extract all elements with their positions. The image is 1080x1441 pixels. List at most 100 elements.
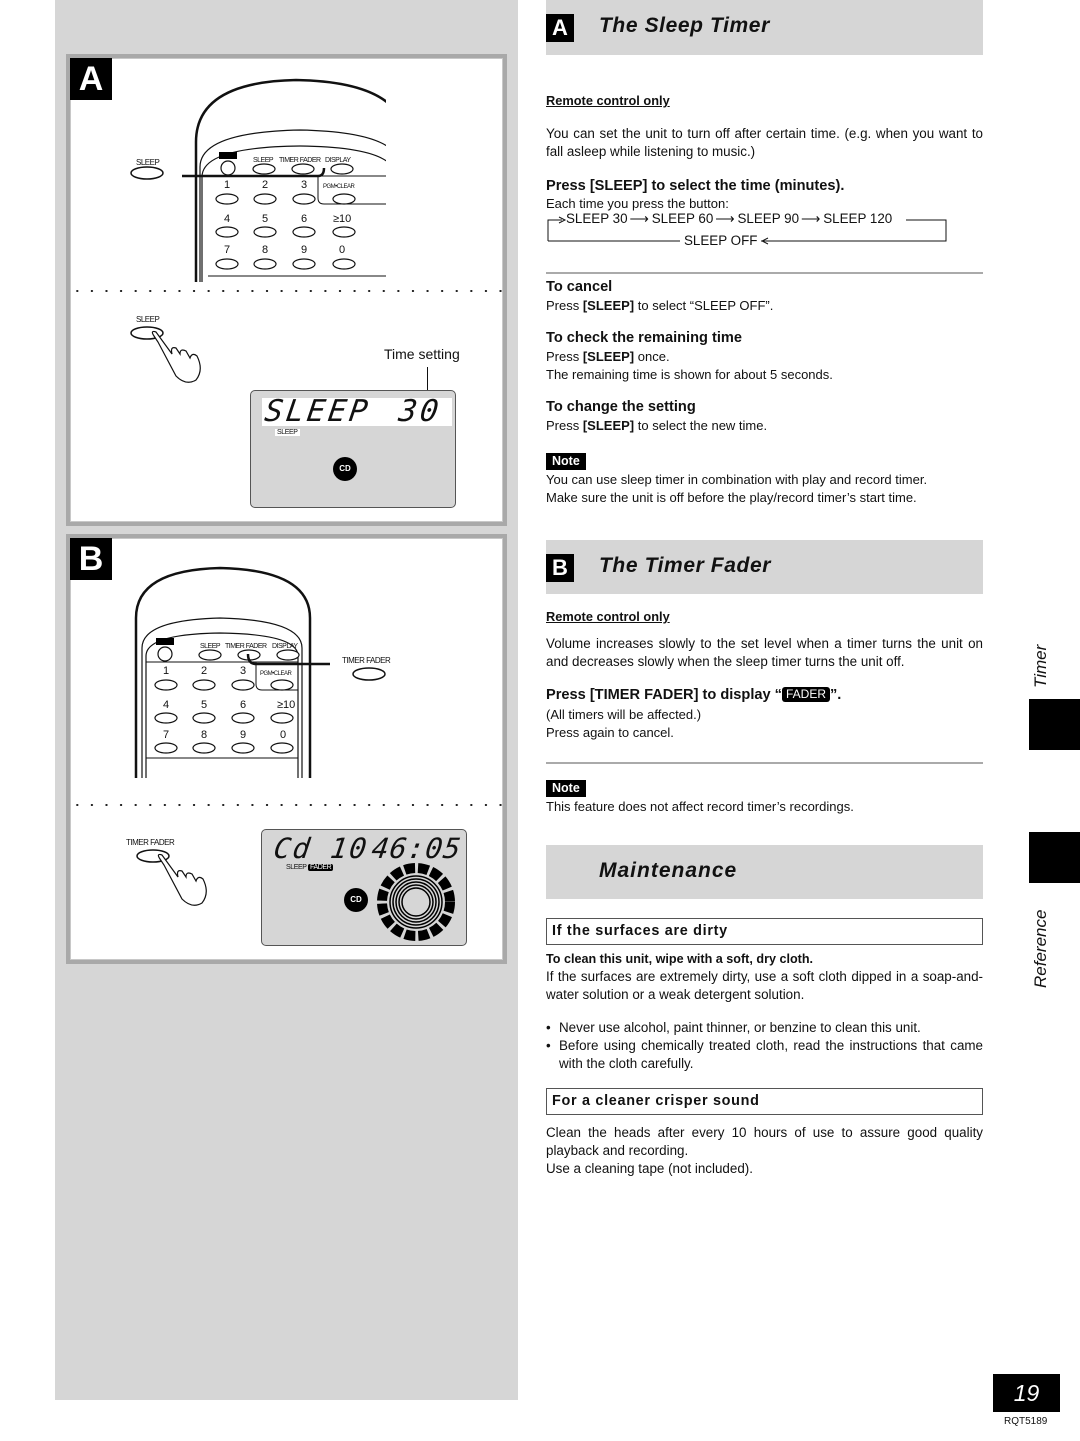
remote-only-label: Remote control only — [546, 609, 670, 624]
fader-step-heading: Press [TIMER FADER] to display “FADER”. — [546, 687, 842, 703]
divider — [546, 272, 983, 274]
cancel-text: Press [SLEEP] to select “SLEEP OFF”. — [546, 298, 774, 313]
dirty-surfaces-heading: If the surfaces are dirty — [546, 918, 983, 945]
svg-text:5: 5 — [201, 699, 207, 711]
lcd-sleep-indicator: SLEEP — [286, 864, 307, 871]
fader-note: This feature does not affect record time… — [546, 799, 854, 814]
section-title: The Timer Fader — [599, 554, 771, 577]
step-heading: Press [SLEEP] to select the time (minute… — [546, 178, 845, 194]
svg-text:0: 0 — [280, 729, 286, 741]
dirty-bold-line: To clean this unit, wipe with a soft, dr… — [546, 952, 814, 966]
divider-dots — [70, 290, 503, 292]
cycle-step: SLEEP 30 — [566, 211, 628, 226]
check-heading: To check the remaining time — [546, 330, 742, 346]
cleaner-sound-text-2: Use a cleaning tape (not included). — [546, 1161, 753, 1176]
section-header-maintenance: Maintenance — [546, 845, 983, 899]
cycle-step: SLEEP 90 — [737, 211, 800, 226]
fader-line-1: (All timers will be affected.) — [546, 707, 702, 722]
time-setting-callout: Time setting — [384, 346, 460, 362]
cycle-step: SLEEP 120 — [823, 211, 893, 226]
svg-text:DISPLAY: DISPLAY — [325, 157, 351, 164]
sleep-press-label: SLEEP — [136, 315, 160, 324]
change-heading: To change the setting — [546, 399, 696, 415]
section-header-timer-fader: B The Timer Fader — [546, 540, 983, 594]
svg-text:≥10: ≥10 — [277, 699, 295, 711]
arrow-right-icon: ⟶ — [629, 211, 649, 226]
lcd-text-minutes: 30 — [396, 394, 444, 429]
dirty-text: If the surfaces are extremely dirty, use… — [546, 969, 983, 1002]
svg-text:1: 1 — [224, 179, 230, 191]
disc-spin-icon — [377, 863, 455, 941]
sleep-intro: You can set the unit to turn off after c… — [546, 126, 983, 159]
section-letter-b: B — [546, 554, 574, 582]
side-tab-timer-block — [1029, 699, 1080, 750]
timer-fader-side-label: TIMER FADER — [342, 656, 391, 665]
lcd-fader-indicator: FADER — [308, 864, 334, 871]
page-number: 19 — [993, 1374, 1060, 1412]
svg-text:SLEEP: SLEEP — [200, 643, 221, 650]
cycle-step: SLEEP 60 — [651, 211, 714, 226]
divider — [546, 762, 983, 764]
figure-a: A SLEEP SLEEP TIMER FADER DISPLAY 1 2 3 4 5… — [66, 54, 507, 526]
svg-text:8: 8 — [201, 729, 207, 741]
cd-indicator-icon: CD — [344, 888, 368, 912]
divider-dots — [70, 804, 503, 806]
remote-only-label: Remote control only — [546, 93, 670, 108]
check-text: Press [SLEEP] once. — [546, 349, 670, 364]
lcd-display-a: SLEEP 30 SLEEP CD — [250, 390, 456, 508]
sleep-button-side — [130, 166, 164, 180]
lcd-text-sleep: SLEEP — [262, 394, 373, 429]
section-title: The Sleep Timer — [599, 14, 770, 37]
cycle-end: SLEEP OFF — [684, 233, 758, 248]
cancel-heading: To cancel — [546, 279, 613, 295]
timer-fader-press-label: TIMER FADER — [126, 838, 175, 847]
svg-text:PGM•CLEAR: PGM•CLEAR — [260, 671, 292, 677]
figure-a-letter: A — [70, 58, 112, 100]
finger-press-sleep-icon — [130, 326, 201, 383]
remote-control-b: SLEEP TIMER FADER DISPLAY 1 2 3 4 5 6 ≥10 7 8 9… — [70, 558, 330, 778]
arrow-right-icon: ⟶ — [715, 211, 735, 226]
remote-illustration-b: SLEEP TIMER FADER DISPLAY 1 2 3 4 5 6 ≥10 7 8 9… — [134, 566, 330, 778]
finger-press-timer-fader-icon — [136, 849, 207, 906]
cleaner-sound-heading: For a cleaner crisper sound — [546, 1088, 983, 1115]
note-badge: Note — [546, 780, 586, 797]
svg-text:4: 4 — [224, 213, 230, 225]
svg-text:DISPLAY: DISPLAY — [272, 643, 298, 650]
svg-text:3: 3 — [240, 665, 246, 677]
cycle-row: SLEEP 30 ⟶ SLEEP 60 ⟶ SLEEP 90 ⟶ SLEEP 120 — [566, 211, 892, 227]
svg-text:5: 5 — [262, 213, 268, 225]
svg-text:2: 2 — [201, 665, 207, 677]
svg-text:2: 2 — [262, 179, 268, 191]
svg-text:1: 1 — [163, 665, 169, 677]
sleep-cycle-diagram: SLEEP 30 ⟶ SLEEP 60 ⟶ SLEEP 90 ⟶ SLEEP 120 SLE… — [546, 211, 956, 249]
svg-text:9: 9 — [301, 244, 307, 256]
change-text: Press [SLEEP] to select the new time. — [546, 418, 768, 433]
document-code: RQT5189 — [1004, 1416, 1048, 1427]
svg-text:7: 7 — [163, 729, 169, 741]
note-line: You can use sleep timer in combination w… — [546, 472, 928, 487]
bullet-item: Before using chemically treated cloth, r… — [546, 1037, 983, 1073]
side-tab-reference-block — [1029, 832, 1080, 883]
svg-text:SLEEP: SLEEP — [253, 157, 274, 164]
note-badge: Note — [546, 453, 586, 470]
bullet-item: Never use alcohol, paint thinner, or ben… — [546, 1019, 983, 1037]
timer-fader-button-side — [352, 667, 386, 681]
lcd-display-b: Cd 10 46:05 SLEEP FADER CD — [261, 829, 467, 946]
svg-text:6: 6 — [301, 213, 307, 225]
fader-intro: Volume increases slowly to the set level… — [546, 636, 983, 669]
dirty-bullets: Never use alcohol, paint thinner, or ben… — [546, 1019, 983, 1073]
svg-text:7: 7 — [224, 244, 230, 256]
check-text-2: The remaining time is shown for about 5 … — [546, 367, 833, 382]
section-letter-a: A — [546, 14, 574, 42]
cleaner-sound-text: Clean the heads after every 10 hours of … — [546, 1125, 983, 1158]
section-header-sleep-timer: A The Sleep Timer — [546, 0, 983, 55]
cd-indicator-icon: CD — [333, 457, 357, 481]
svg-text:TIMER FADER: TIMER FADER — [225, 643, 267, 650]
svg-text:8: 8 — [262, 244, 268, 256]
arrow-right-icon: ⟶ — [801, 211, 821, 226]
side-tab-reference: Reference — [1031, 909, 1050, 988]
svg-text:PGM•CLEAR: PGM•CLEAR — [323, 184, 355, 190]
figure-b: B SLEEP TIMER FADER DISPLAY 123 4 5 6 ≥10 7… — [66, 534, 507, 964]
svg-text:≥10: ≥10 — [333, 213, 351, 225]
svg-text:0: 0 — [339, 244, 345, 256]
